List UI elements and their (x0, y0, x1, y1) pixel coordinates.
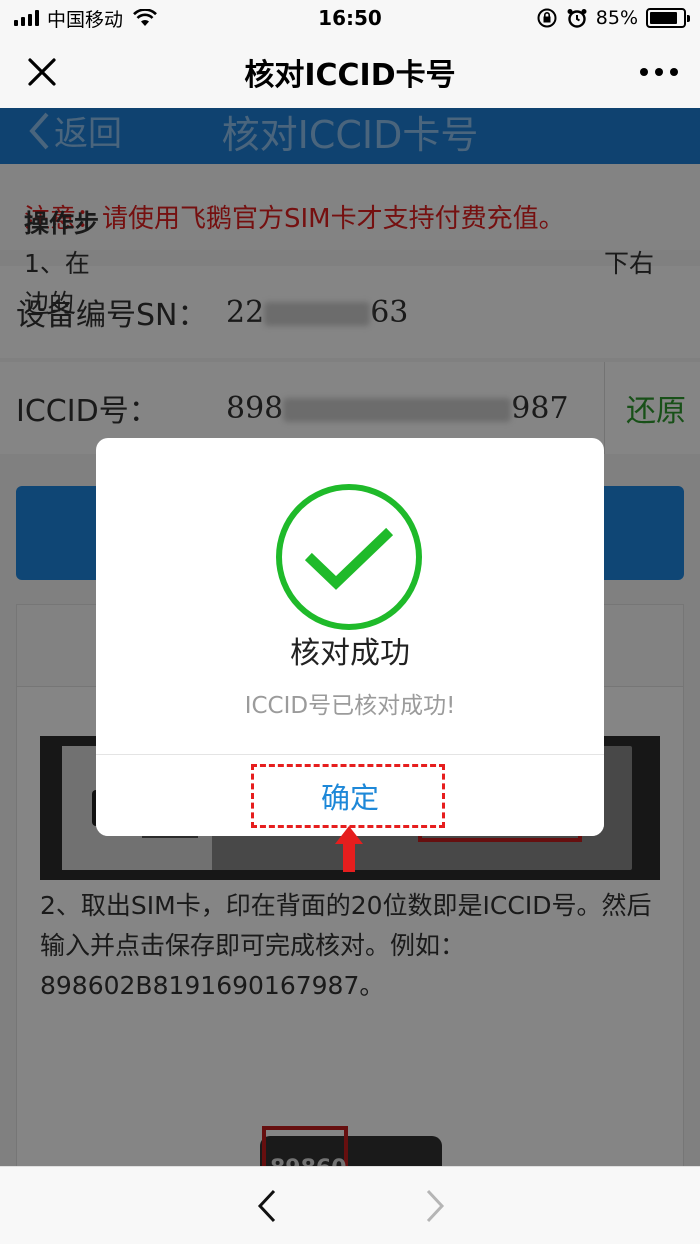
status-bar: 中国移动 16:50 85% (0, 0, 700, 36)
wifi-icon (133, 9, 157, 26)
dialog-title: 核对成功 (290, 636, 410, 671)
nav-title: 核对ICCID卡号 (244, 58, 456, 93)
more-icon[interactable] (640, 58, 678, 86)
confirm-highlight-box (251, 764, 445, 828)
dialog-message: ICCID号已核对成功! (244, 693, 456, 719)
battery-icon (646, 8, 690, 28)
chevron-left-icon[interactable] (252, 1187, 282, 1225)
browser-toolbar (0, 1166, 700, 1244)
alarm-icon (567, 9, 587, 28)
rotation-lock-icon (537, 8, 557, 28)
close-icon[interactable] (24, 54, 60, 90)
battery-level (650, 12, 678, 24)
nav-bar: 核对ICCID卡号 (0, 36, 700, 108)
chevron-right-icon[interactable] (420, 1187, 450, 1225)
carrier-label: 中国移动 (47, 8, 124, 31)
battery-percent: 85% (595, 7, 638, 29)
arrow-up-icon (335, 826, 363, 872)
signal-icon (14, 10, 39, 26)
success-check-icon (276, 484, 422, 630)
